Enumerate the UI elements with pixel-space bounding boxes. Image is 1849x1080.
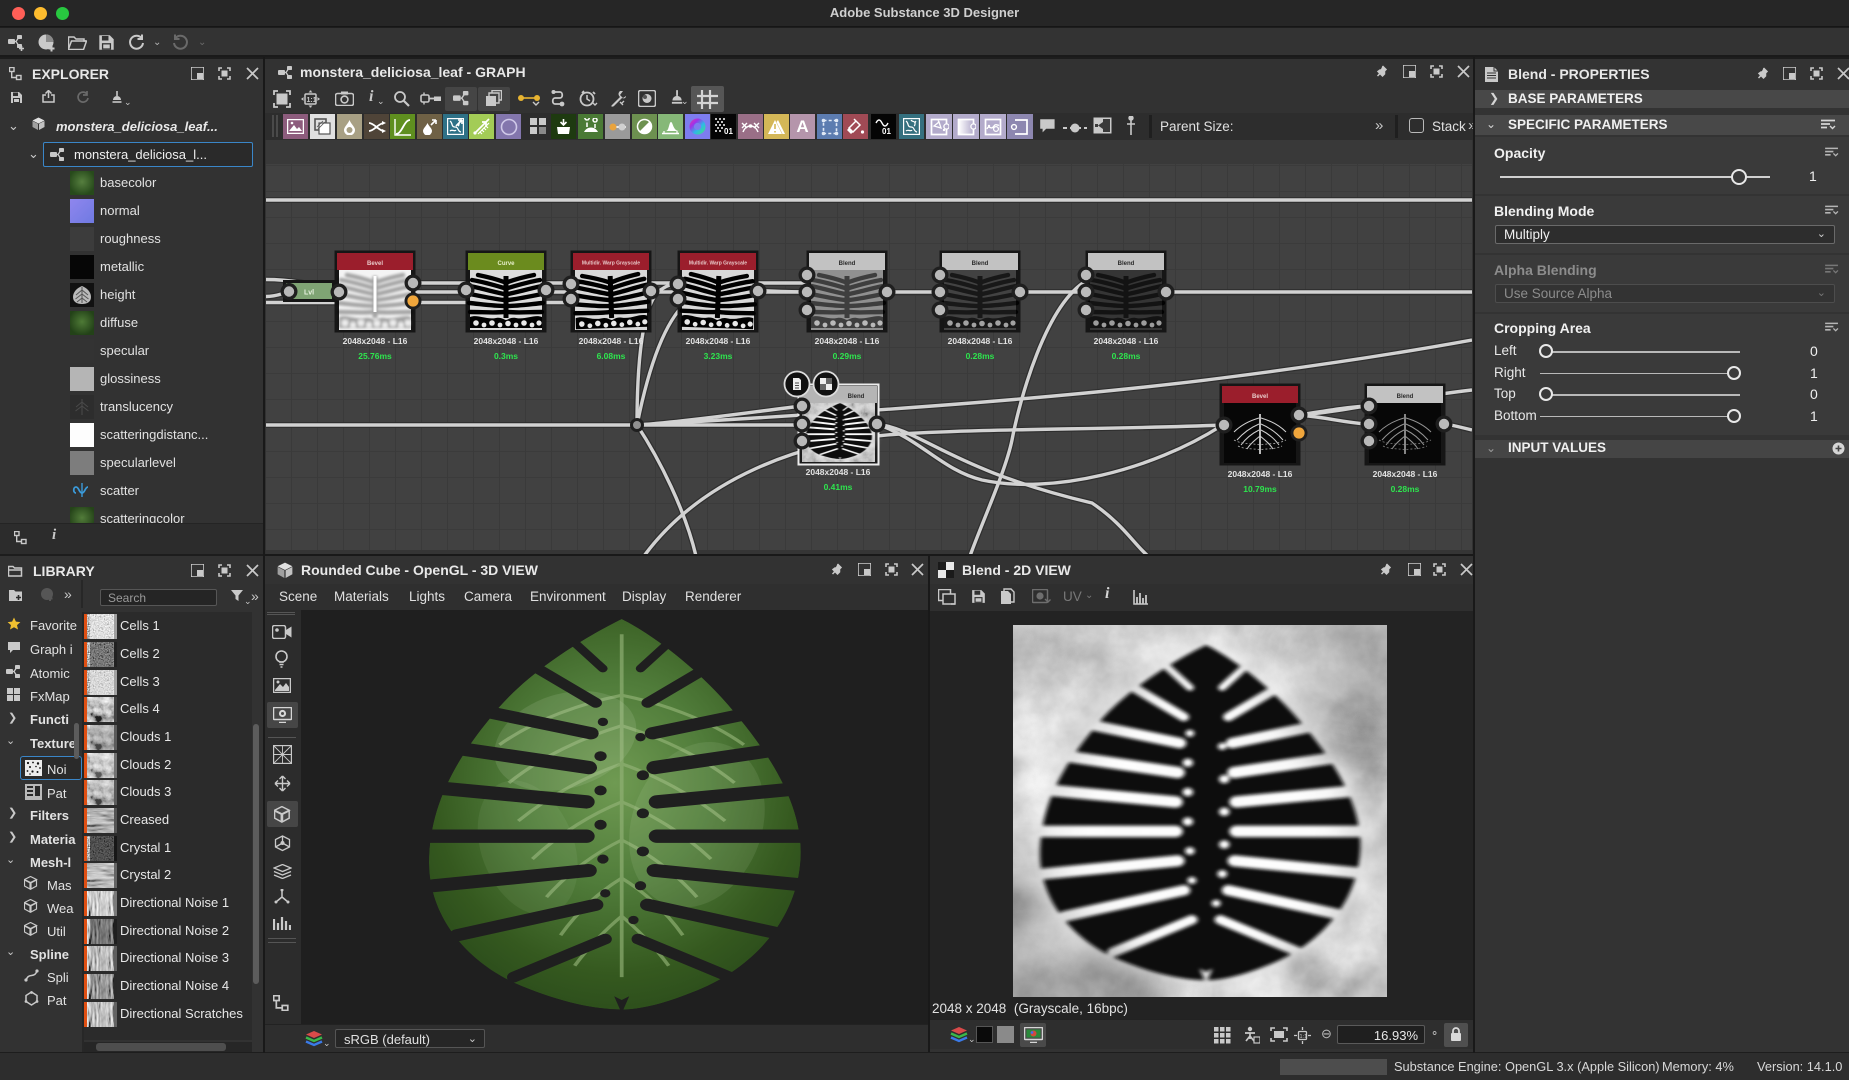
svg-text:0.28ms: 0.28ms xyxy=(1391,484,1420,494)
svg-text:01: 01 xyxy=(882,127,891,136)
svg-text:01: 01 xyxy=(724,127,733,136)
svg-text:0.28ms: 0.28ms xyxy=(966,351,995,361)
svg-text:0.41ms: 0.41ms xyxy=(824,482,853,492)
svg-text:2048x2048 - L16: 2048x2048 - L16 xyxy=(948,336,1013,346)
svg-text:Bevel: Bevel xyxy=(1252,394,1268,400)
svg-text:Curve: Curve xyxy=(497,261,515,267)
svg-text:Blend: Blend xyxy=(972,261,989,267)
svg-text:Multidir. Warp Grayscale: Multidir. Warp Grayscale xyxy=(689,261,747,267)
svg-text:Multidir. Warp Grayscale: Multidir. Warp Grayscale xyxy=(582,261,640,267)
svg-text:1:1: 1:1 xyxy=(307,97,317,104)
svg-text:2048x2048 - L16: 2048x2048 - L16 xyxy=(579,336,644,346)
svg-text:3.23ms: 3.23ms xyxy=(704,351,733,361)
svg-text:0.28ms: 0.28ms xyxy=(1112,351,1141,361)
svg-text:2048x2048 - L16: 2048x2048 - L16 xyxy=(343,336,408,346)
svg-text:6.08ms: 6.08ms xyxy=(597,351,626,361)
svg-text:2048x2048 - L16: 2048x2048 - L16 xyxy=(686,336,751,346)
svg-text:Blend: Blend xyxy=(839,261,856,267)
svg-text:2048x2048 - L16: 2048x2048 - L16 xyxy=(474,336,539,346)
svg-text:0.3ms: 0.3ms xyxy=(494,351,518,361)
svg-text:0.29ms: 0.29ms xyxy=(833,351,862,361)
svg-text:2048x2048 - L16: 2048x2048 - L16 xyxy=(1228,469,1293,479)
svg-text:Blend: Blend xyxy=(1118,261,1135,267)
svg-text:25.76ms: 25.76ms xyxy=(358,351,392,361)
svg-text:2048x2048 - L16: 2048x2048 - L16 xyxy=(1094,336,1159,346)
svg-text:Lvl: Lvl xyxy=(304,290,314,297)
svg-text:2048x2048 - L16: 2048x2048 - L16 xyxy=(1373,469,1438,479)
svg-text:Bevel: Bevel xyxy=(367,261,383,267)
svg-text:10.79ms: 10.79ms xyxy=(1243,484,1277,494)
svg-text:2048x2048 - L16: 2048x2048 - L16 xyxy=(806,467,871,477)
svg-text:2048x2048 - L16: 2048x2048 - L16 xyxy=(815,336,880,346)
svg-text:1:1: 1:1 xyxy=(1300,1034,1308,1040)
svg-text:Blend: Blend xyxy=(1397,394,1414,400)
